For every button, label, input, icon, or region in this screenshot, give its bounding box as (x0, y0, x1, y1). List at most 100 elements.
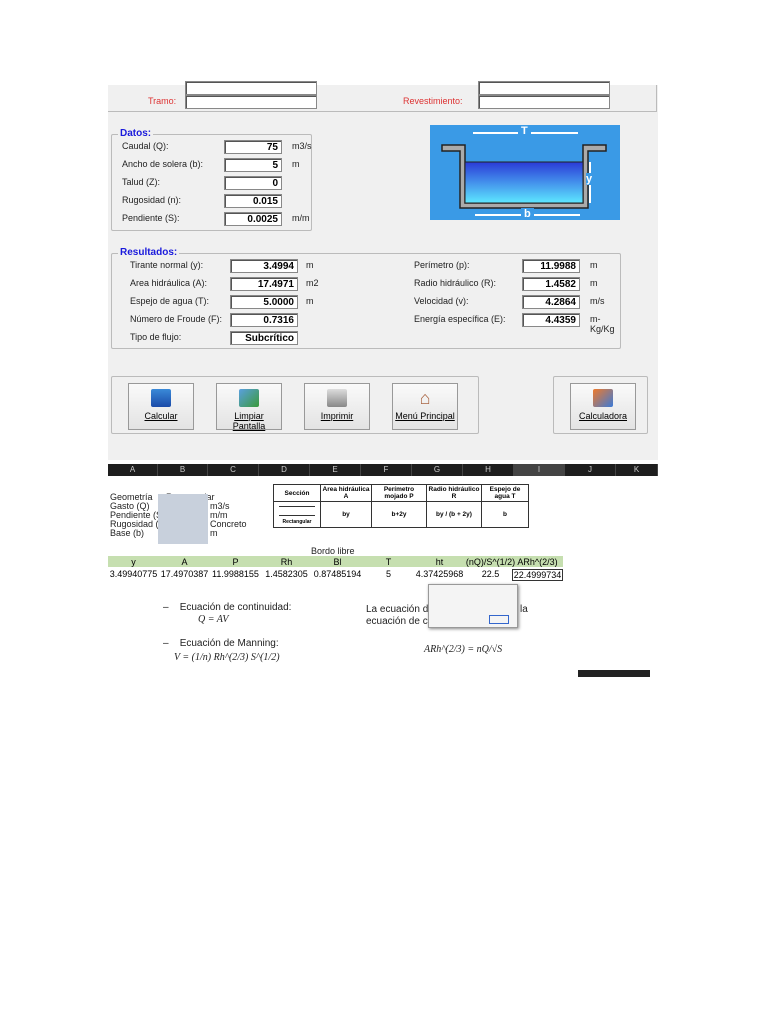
formula-perimetro: b+2y (371, 501, 427, 528)
calcular-button[interactable]: Calcular (128, 383, 194, 430)
section-table: Sección Area hidráulica A Perímetro mojado… (273, 484, 529, 528)
results-header-cell: Bl (333, 557, 342, 567)
revestimiento-input[interactable] (478, 95, 610, 109)
column-header-F[interactable]: F (361, 464, 412, 476)
results-value-cell[interactable]: 4.37425968 (414, 569, 465, 579)
results-value-cell[interactable]: 11.9988155 (210, 569, 261, 579)
limpiar-pantalla-button[interactable]: Limpiar Pantalla (216, 383, 282, 431)
th-perimetro: Perímetro mojado P (371, 484, 427, 502)
datos-input[interactable]: 75 (224, 140, 282, 154)
result-value: Subcrítico (230, 331, 298, 345)
results-value-cell[interactable]: 22.4999734 (512, 569, 563, 581)
result-label: Espejo de agua (T): (130, 296, 210, 306)
column-header-E[interactable]: E (310, 464, 361, 476)
result-unit: m/s (590, 296, 605, 306)
datos-label: Caudal (Q): (122, 141, 169, 151)
datos-unit: m3/s (292, 141, 312, 151)
results-value-cell[interactable]: 3.49940775 (108, 569, 159, 579)
result-value: 4.2864 (522, 295, 580, 309)
menu-principal-button[interactable]: ⌂ Menú Principal (392, 383, 458, 430)
results-value-cell[interactable]: 5 (363, 569, 414, 579)
result-value: 5.0000 (230, 295, 298, 309)
calcular-label: Calcular (144, 411, 178, 421)
results-header-cell: P (232, 557, 239, 567)
results-value-cell[interactable]: 0.87485194 (312, 569, 363, 579)
calculadora-label: Calculadora (578, 411, 628, 421)
monitor-icon (151, 389, 171, 407)
tramo-input[interactable] (185, 95, 317, 109)
result-unit: m (306, 260, 314, 270)
results-value-cell[interactable]: 1.4582305 (261, 569, 312, 579)
datos-group: Datos: Caudal (Q): 75 m3/s Ancho de solera … (111, 128, 312, 231)
eq2-title-text: Ecuación de Manning: (179, 638, 279, 649)
diagram-y-label: y (586, 173, 593, 185)
column-header-K[interactable]: K (616, 464, 658, 476)
goal-seek-dialog[interactable] (428, 584, 518, 628)
imprimir-button[interactable]: Imprimir (304, 383, 370, 430)
datos-unit: m (292, 159, 300, 169)
datos-label: Ancho de solera (b): (122, 159, 204, 169)
result-unit: m-Kg/Kg (590, 314, 615, 334)
column-header-D[interactable]: D (259, 464, 310, 476)
results-header-cell: T (385, 557, 392, 567)
datos-input[interactable]: 0 (224, 176, 282, 190)
eq-manning: V = (1/n) Rh^(2/3) S^(1/2) (174, 652, 280, 663)
results-value-cell[interactable]: 22.5 (465, 569, 516, 579)
result-label: Area hidráulica (A): (130, 278, 208, 288)
result-label: Velocidad (v): (414, 296, 469, 306)
top-field-left[interactable] (185, 81, 317, 95)
column-header-A[interactable]: A (108, 464, 158, 476)
eq3-text-1b: la (520, 604, 528, 615)
results-header-cell: A (181, 557, 188, 567)
section-shape: Rectangular (273, 501, 321, 528)
top-field-right[interactable] (478, 81, 610, 95)
result-value: 1.4582 (522, 277, 580, 291)
datos-label: Rugosidad (n): (122, 195, 182, 205)
th-espejo: Espejo de agua T (481, 484, 529, 502)
imprimir-label: Imprimir (320, 411, 354, 421)
param-unit: m (210, 528, 218, 538)
result-value: 11.9988 (522, 259, 580, 273)
result-unit: m (590, 278, 598, 288)
dialog-ok-button[interactable] (489, 615, 509, 624)
result-label: Energía específica (E): (414, 314, 506, 324)
datos-input[interactable]: 5 (224, 158, 282, 172)
result-label: Radio hidráulico (R): (414, 278, 497, 288)
datos-input[interactable]: 0.015 (224, 194, 282, 208)
shape-label: Rectangular (282, 519, 312, 525)
formula-radio: by / (b + 2y) (426, 501, 482, 528)
column-header-C[interactable]: C (208, 464, 259, 476)
eq-continuidad-title: – Ecuación de continuidad: (163, 602, 292, 613)
results-header-cell: (nQ)/S^(1/2) (465, 557, 516, 567)
datos-label: Talud (Z): (122, 177, 161, 187)
result-label: Número de Froude (F): (130, 314, 223, 324)
column-header-J[interactable]: J (565, 464, 616, 476)
resultados-title: Resultados: (118, 247, 180, 258)
th-radio: Radio hidráulico R (426, 484, 482, 502)
datos-title: Datos: (118, 128, 154, 139)
results-value-cell[interactable]: 17.4970387 (159, 569, 210, 579)
column-header-G[interactable]: G (412, 464, 463, 476)
results-header-cell: ht (435, 557, 444, 567)
results-header-cell: y (131, 557, 136, 567)
result-label: Tirante normal (y): (130, 260, 204, 270)
calculadora-button[interactable]: Calculadora (570, 383, 636, 430)
limpiar-label: Limpiar Pantalla (232, 411, 266, 431)
column-header-I[interactable]: I (514, 464, 565, 476)
datos-input[interactable]: 0.0025 (224, 212, 282, 226)
result-unit: m (590, 260, 598, 270)
column-header-H[interactable]: H (463, 464, 514, 476)
bordo-libre-label: Bordo libre (311, 546, 355, 556)
datos-unit: m/m (292, 213, 310, 223)
dark-overlay-button (578, 670, 650, 677)
channel-diagram: T y b (430, 125, 620, 220)
calculator-icon (593, 389, 613, 407)
column-header-B[interactable]: B (158, 464, 208, 476)
eq-manning-title: – Ecuación de Manning: (163, 638, 279, 649)
eq-continuidad: Q = AV (198, 614, 229, 625)
formula-espejo: b (481, 501, 529, 528)
eq3: ARh^(2/3) = nQ/√S (424, 644, 503, 655)
menu-label: Menú Principal (395, 411, 455, 421)
result-value: 4.4359 (522, 313, 580, 327)
datos-label: Pendiente (S): (122, 213, 180, 223)
